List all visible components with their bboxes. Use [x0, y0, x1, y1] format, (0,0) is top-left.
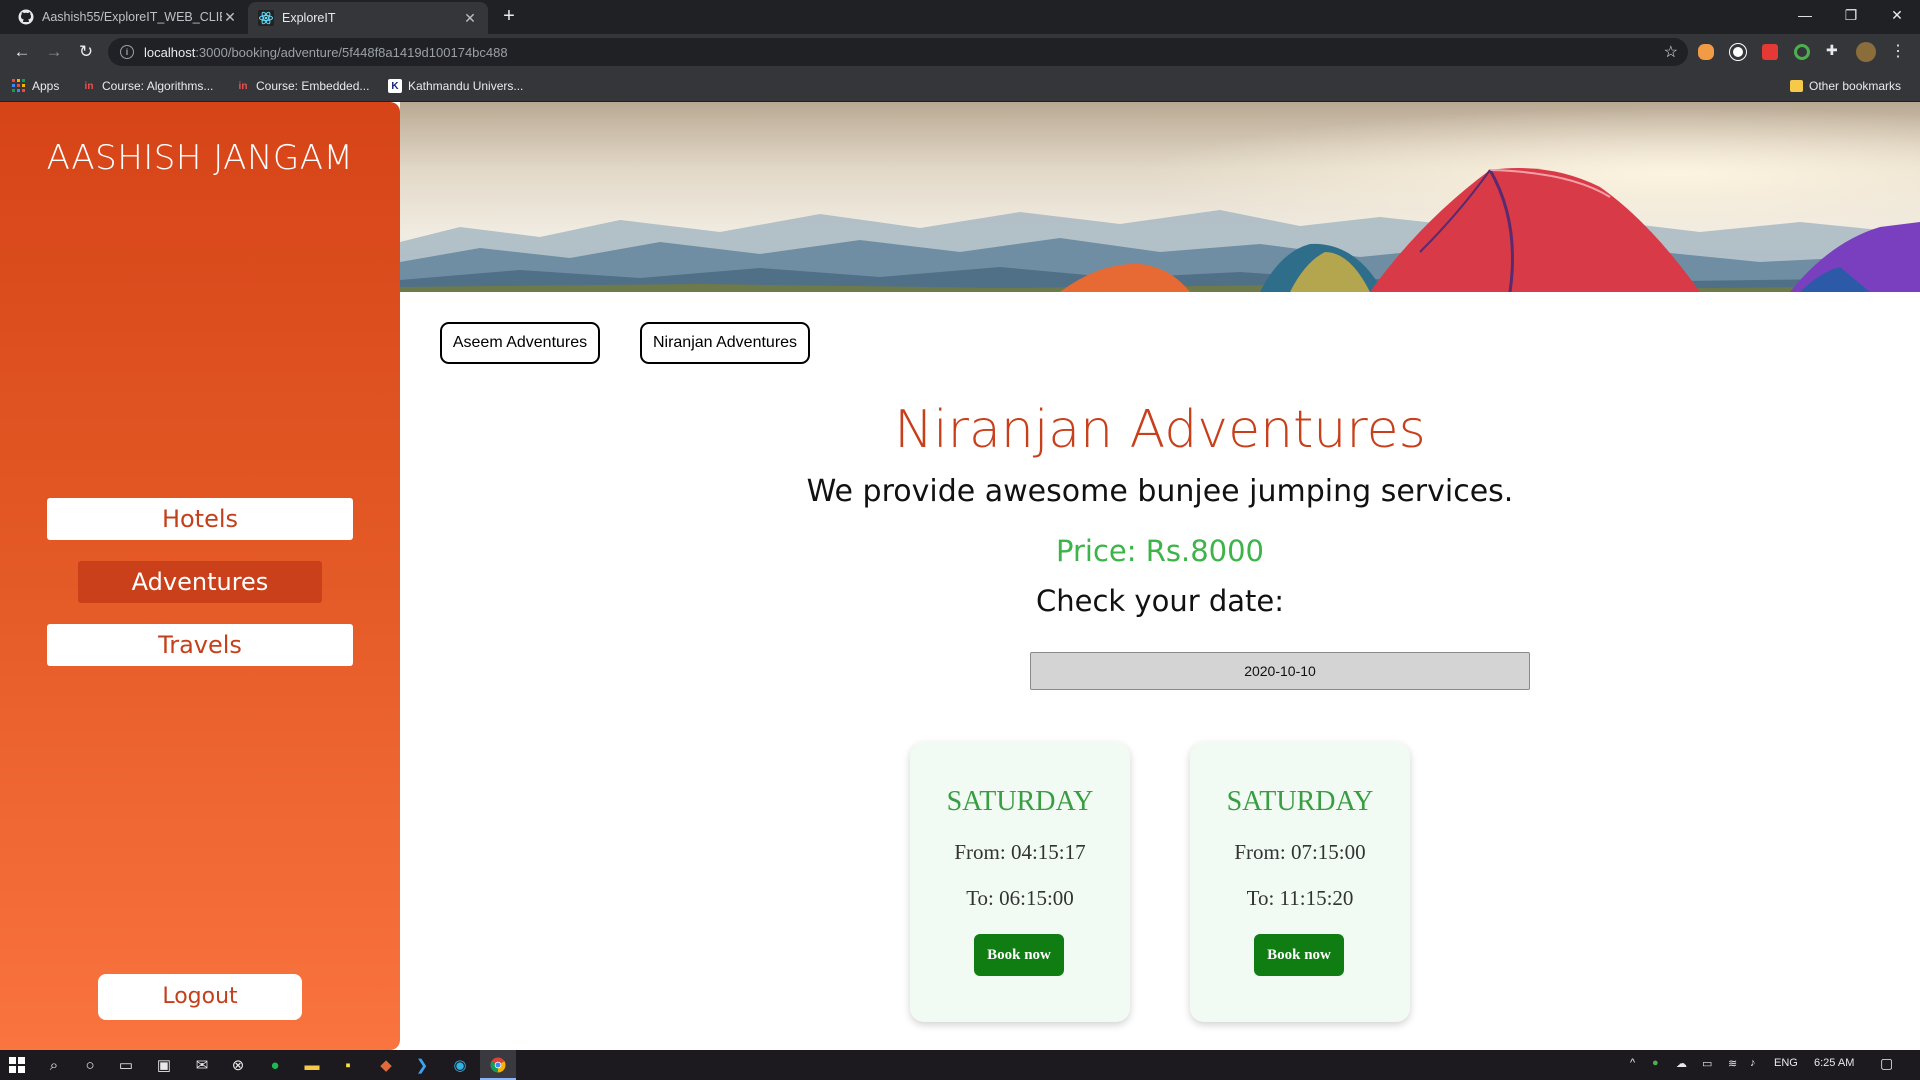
task-view-icon[interactable]: ▭: [116, 1055, 136, 1075]
restore-icon[interactable]: ❐: [1828, 0, 1874, 30]
bookmark-embedded[interactable]: in Course: Embedded...: [236, 76, 370, 96]
nav-travels[interactable]: Travels: [47, 624, 353, 666]
udemy-icon: in: [238, 80, 248, 92]
browser-tab-bar: Aashish55/ExploreIT_WEB_CLIEN ✕ ExploreI…: [0, 0, 1920, 34]
slot-to: To: 11:15:20: [1246, 886, 1354, 910]
brand-name: AASHISH JANGAM: [46, 138, 354, 178]
reload-icon[interactable]: ↻: [74, 40, 98, 64]
company-description: We provide awesome bunjee jumping servic…: [806, 474, 1514, 509]
logout-button[interactable]: Logout: [98, 974, 302, 1020]
bookmark-label: Other bookmarks: [1809, 79, 1902, 93]
slot-card: SATURDAY From: 07:15:00 To: 11:15:20 Boo…: [1190, 742, 1410, 1022]
wifi-icon[interactable]: ≋: [1728, 1057, 1737, 1070]
url-host: localhost: [144, 44, 196, 60]
xbox-icon[interactable]: ⊗: [228, 1055, 248, 1075]
bookmark-other[interactable]: Other bookmarks: [1790, 76, 1901, 96]
company-tab-aseem[interactable]: Aseem Adventures: [440, 322, 600, 364]
tab-title: ExploreIT: [282, 11, 336, 25]
tray-chevron-icon[interactable]: ^: [1630, 1057, 1635, 1069]
bookmark-label: Course: Embedded...: [256, 79, 370, 93]
windows-taskbar: ⌕ ○ ▭ ▣ ✉ ⊗ ● ▬ ▪ ◆ ❯ ◉ ^ ● ☁ ▭ ≋ ♪ ENG …: [0, 1050, 1920, 1080]
check-date-label: Check your date:: [1035, 584, 1284, 618]
window-close-icon[interactable]: ✕: [1874, 0, 1920, 30]
bookmark-algorithms[interactable]: in Course: Algorithms...: [82, 76, 214, 96]
notification-icon[interactable]: ▢: [1880, 1055, 1893, 1072]
bookmark-kathmandu[interactable]: K Kathmandu Univers...: [388, 76, 523, 96]
url-path: :3000/booking/adventure/5f448f8a1419d100…: [195, 44, 508, 60]
udemy-icon: in: [84, 80, 94, 92]
slot-day: SATURDAY: [1226, 786, 1374, 817]
sticky-notes-icon[interactable]: ▪: [338, 1055, 358, 1075]
slot-card: SATURDAY From: 04:15:17 To: 06:15:00 Boo…: [910, 742, 1130, 1022]
menu-icon[interactable]: ⋮: [1890, 41, 1906, 60]
slot-to: To: 06:15:00: [966, 886, 1074, 910]
tab-github[interactable]: Aashish55/ExploreIT_WEB_CLIEN ✕: [8, 0, 248, 34]
price-label: Price: Rs.8000: [1055, 534, 1264, 568]
clock[interactable]: 6:25 AM: [1814, 1057, 1854, 1069]
extension-icon[interactable]: [1794, 44, 1810, 60]
puzzle-icon[interactable]: ✚: [1826, 42, 1842, 58]
app-root: AASHISH JANGAM Hotels Adventures Travels…: [0, 102, 1920, 1050]
bookmark-star-icon[interactable]: ☆: [1664, 42, 1678, 62]
bookmarks-bar: Apps in Course: Algorithms... in Course:…: [0, 70, 1920, 102]
vscode-icon[interactable]: ❯: [412, 1055, 432, 1075]
back-icon[interactable]: ←: [10, 40, 34, 64]
company-title: Niranjan Adventures: [894, 400, 1426, 460]
slot-from: From: 07:15:00: [1234, 840, 1366, 864]
windows-start-icon[interactable]: [7, 1055, 27, 1075]
chrome-icon: [488, 1055, 508, 1075]
onedrive-icon[interactable]: ☁: [1676, 1057, 1687, 1070]
nav-hotels[interactable]: Hotels: [47, 498, 353, 540]
spotify-icon[interactable]: ●: [265, 1055, 285, 1075]
nav-adventures[interactable]: Adventures: [78, 561, 322, 603]
company-tab-niranjan[interactable]: Niranjan Adventures: [640, 322, 810, 364]
new-tab-button[interactable]: +: [498, 6, 520, 28]
bookmark-apps[interactable]: Apps: [12, 76, 59, 96]
slot-day: SATURDAY: [946, 786, 1094, 817]
extension-icon[interactable]: [1698, 44, 1714, 60]
edge-icon[interactable]: ◉: [450, 1055, 470, 1075]
forward-icon[interactable]: →: [42, 40, 66, 64]
extension-icon[interactable]: [1730, 44, 1746, 60]
language-indicator[interactable]: ENG: [1774, 1057, 1798, 1069]
mail-icon[interactable]: ✉: [192, 1055, 212, 1075]
tab-title: Aashish55/ExploreIT_WEB_CLIEN: [42, 10, 222, 24]
ku-icon: K: [388, 79, 402, 93]
git-icon[interactable]: ◆: [376, 1055, 396, 1075]
address-bar[interactable]: i localhost:3000/booking/adventure/5f448…: [108, 38, 1688, 66]
main-content: Aseem Adventures Niranjan Adventures Nir…: [400, 292, 1920, 1050]
hero-banner: [400, 102, 1920, 292]
search-icon[interactable]: ⌕: [44, 1055, 64, 1075]
slot-from: From: 04:15:17: [954, 840, 1086, 864]
tab-exploreit[interactable]: ExploreIT ✕: [248, 2, 488, 34]
date-input[interactable]: [1030, 652, 1530, 690]
file-explorer-icon[interactable]: ▬: [302, 1055, 322, 1075]
close-icon[interactable]: ✕: [222, 9, 238, 26]
close-icon[interactable]: ✕: [462, 10, 478, 27]
sidebar: AASHISH JANGAM Hotels Adventures Travels…: [0, 102, 400, 1050]
store-icon[interactable]: ▣: [154, 1055, 174, 1075]
github-icon: [18, 9, 34, 25]
info-icon[interactable]: i: [120, 45, 134, 59]
battery-icon[interactable]: ▭: [1702, 1057, 1712, 1070]
bookmark-label: Course: Algorithms...: [102, 79, 214, 93]
book-now-button[interactable]: Book now: [974, 934, 1064, 976]
tray-app-icon[interactable]: ●: [1652, 1057, 1659, 1069]
react-icon: [258, 10, 274, 26]
folder-icon: [1790, 80, 1803, 92]
book-now-button[interactable]: Book now: [1254, 934, 1344, 976]
bookmark-label: Apps: [32, 79, 60, 93]
minimize-icon[interactable]: —: [1782, 0, 1828, 30]
bookmark-label: Kathmandu Univers...: [408, 79, 524, 93]
volume-icon[interactable]: ♪: [1750, 1057, 1756, 1069]
avatar[interactable]: [1856, 42, 1876, 62]
apps-grid-icon: [12, 79, 26, 93]
browser-toolbar: ← → ↻ i localhost:3000/booking/adventure…: [0, 34, 1920, 70]
cortana-icon[interactable]: ○: [80, 1055, 100, 1075]
extension-icon[interactable]: [1762, 44, 1778, 60]
